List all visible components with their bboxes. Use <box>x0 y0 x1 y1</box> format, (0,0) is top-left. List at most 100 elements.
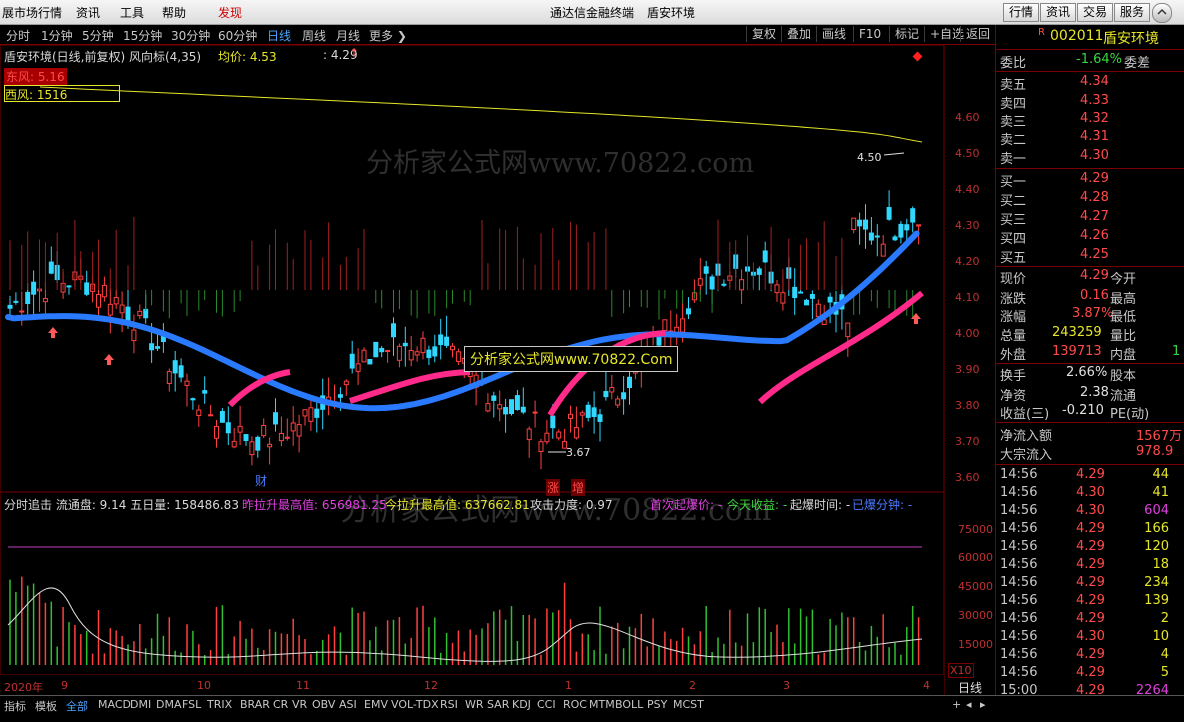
btab-roc[interactable]: ROC <box>563 698 587 711</box>
btab-fsl[interactable]: FSL <box>182 698 201 711</box>
btab-cci[interactable]: CCI <box>537 698 556 711</box>
tab-15min[interactable]: 15分钟 <box>123 27 162 44</box>
flag-increase[interactable]: 增 <box>571 479 586 496</box>
menu-news[interactable]: 资讯 <box>76 4 100 21</box>
menu-market[interactable]: 展市场行情 <box>2 4 62 21</box>
avg-price: 均价: 4.53 <box>218 50 277 64</box>
ask4-row[interactable]: 卖四 4.33 <box>996 93 1184 112</box>
btn-mark[interactable]: 标记 <box>889 26 924 42</box>
stat-volume-row: 总量 243259 量比 <box>1000 325 1137 344</box>
scroll-left-icon[interactable]: ◂ <box>966 698 972 711</box>
candle <box>278 432 284 442</box>
btab-dma[interactable]: DMA <box>156 698 182 711</box>
btn-back[interactable]: 返回 <box>960 26 995 42</box>
candle <box>349 353 355 369</box>
btab-trix[interactable]: TRIX <box>207 698 232 711</box>
candle <box>857 219 863 227</box>
ask3-row[interactable]: 卖三 4.32 <box>996 111 1184 130</box>
btab-brar[interactable]: BRAR <box>240 698 270 711</box>
btab-indicator[interactable]: 指标 <box>4 698 26 714</box>
btab-all[interactable]: 全部 <box>66 698 88 714</box>
scroll-zoom-icon[interactable]: + <box>952 698 961 711</box>
menu-discover[interactable]: 发现 <box>218 4 242 21</box>
chart-title: 盾安环境(日线,前复权) 风向标(4,35) <box>4 50 202 64</box>
btn-f10[interactable]: F10 <box>853 26 886 42</box>
ask5-row[interactable]: 卖五 4.34 <box>996 74 1184 93</box>
btn-overlay[interactable]: 叠加 <box>781 26 816 42</box>
btab-kdj[interactable]: KDJ <box>512 698 531 711</box>
candle <box>792 286 798 299</box>
tab-60min[interactable]: 60分钟 <box>218 27 257 44</box>
candle <box>396 345 402 361</box>
btab-psy[interactable]: PSY <box>647 698 667 711</box>
btab-template[interactable]: 模板 <box>35 698 57 714</box>
btn-trade[interactable]: 交易 <box>1077 3 1114 22</box>
candle <box>597 414 603 422</box>
btab-mcst[interactable]: MCST <box>673 698 704 711</box>
btn-draw[interactable]: 画线 <box>816 26 851 42</box>
bid1-row[interactable]: 买一 4.29 <box>996 171 1184 190</box>
btab-vol-tdx[interactable]: VOL-TDX <box>391 698 439 711</box>
candle <box>579 412 585 416</box>
tab-weekly[interactable]: 周线 <box>302 27 326 44</box>
candle <box>290 422 296 432</box>
flag-limit-up[interactable]: 涨 <box>546 479 561 496</box>
candle <box>119 304 125 314</box>
candle <box>190 398 196 401</box>
btab-vr[interactable]: VR <box>292 698 307 711</box>
menu-help[interactable]: 帮助 <box>162 4 186 21</box>
ask2-row[interactable]: 卖二 4.31 <box>996 129 1184 148</box>
sub-info-attack: 攻击力度: 0.97 <box>530 498 613 512</box>
vol-tick-15000: 15000 <box>958 638 993 651</box>
period-tabs: 分时 1分钟 5分钟 15分钟 30分钟 60分钟 日线 周线 月线 更多 ❯ … <box>0 25 995 45</box>
btab-obv[interactable]: OBV <box>312 698 335 711</box>
bid3-row[interactable]: 买三 4.27 <box>996 209 1184 228</box>
btab-rsi[interactable]: RSI <box>440 698 458 711</box>
candle <box>314 408 320 418</box>
webi-value: -1.64% <box>1076 52 1122 67</box>
stat-outer-row: 外盘 139713 内盘 1 <box>1000 344 1181 363</box>
candle <box>237 425 243 433</box>
btab-mtm[interactable]: MTM <box>589 698 615 711</box>
tab-more[interactable]: 更多 ❯ <box>369 27 407 44</box>
candle <box>603 391 609 398</box>
btn-quote[interactable]: 行情 <box>1003 3 1040 22</box>
btn-adjust[interactable]: 复权 <box>746 26 781 42</box>
btab-emv[interactable]: EMV <box>364 698 388 711</box>
tab-monthly[interactable]: 月线 <box>336 27 360 44</box>
tab-daily[interactable]: 日线 <box>267 27 291 44</box>
tick-time: 14:56 <box>1000 665 1038 680</box>
btab-wr[interactable]: WR <box>465 698 484 711</box>
kline-chart[interactable]: 分析家公式网www.70822.com 分析家公式网www.70822.com … <box>0 45 995 695</box>
bid2-row[interactable]: 买二 4.28 <box>996 190 1184 209</box>
flag-finance[interactable]: 财 <box>255 472 267 489</box>
bid4-row[interactable]: 买四 4.26 <box>996 228 1184 247</box>
scroll-right-icon[interactable]: ▸ <box>980 698 986 711</box>
btab-sar[interactable]: SAR <box>487 698 509 711</box>
menu-tools[interactable]: 工具 <box>120 4 144 21</box>
tick-price: 4.29 <box>1076 521 1105 536</box>
bid5-row[interactable]: 买五 4.25 <box>996 247 1184 266</box>
btab-cr[interactable]: CR <box>273 698 288 711</box>
candle <box>591 407 597 418</box>
candle <box>385 349 391 352</box>
tick-volume: 18 <box>1152 557 1169 572</box>
candle <box>66 285 72 288</box>
tab-5min[interactable]: 5分钟 <box>82 27 114 44</box>
btn-service[interactable]: 服务 <box>1114 3 1151 22</box>
ask1-row[interactable]: 卖一 4.30 <box>996 148 1184 167</box>
tab-30min[interactable]: 30分钟 <box>171 27 210 44</box>
tab-timeshare[interactable]: 分时 <box>6 27 30 44</box>
collapse-icon[interactable] <box>1152 3 1172 23</box>
btab-dmi[interactable]: DMI <box>130 698 151 711</box>
tab-1min[interactable]: 1分钟 <box>41 27 73 44</box>
btn-info[interactable]: 资讯 <box>1040 3 1077 22</box>
candle <box>25 291 31 304</box>
btab-macd[interactable]: MACD <box>98 698 131 711</box>
window-stock-name: 盾安环境 <box>647 6 696 20</box>
sub-info-time: 起爆时间: - <box>790 498 851 512</box>
vol-tick-60000: 60000 <box>958 551 993 564</box>
btab-asi[interactable]: ASI <box>339 698 357 711</box>
candle <box>231 440 237 448</box>
btab-boll[interactable]: BOLL <box>615 698 643 711</box>
